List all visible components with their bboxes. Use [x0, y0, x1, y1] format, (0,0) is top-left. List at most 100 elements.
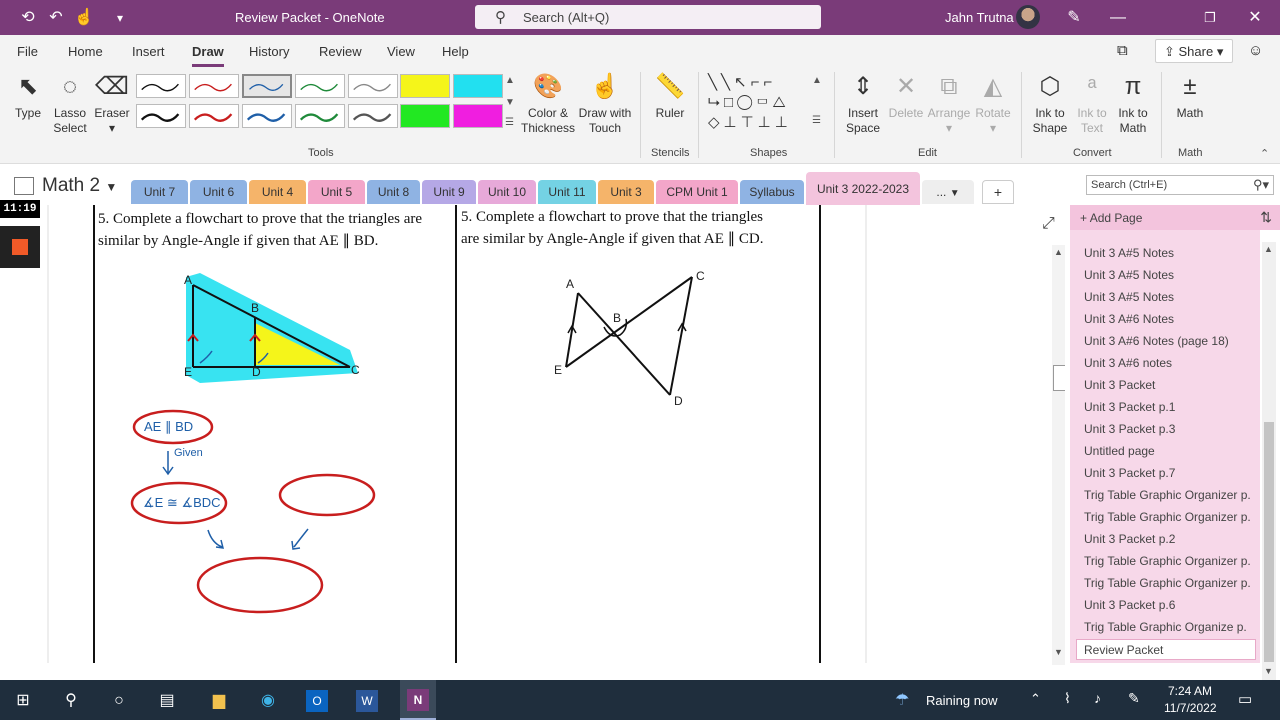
avatar[interactable]: [1016, 5, 1040, 29]
show-hidden-icons-icon[interactable]: ⌃: [1030, 691, 1041, 707]
menu-history[interactable]: History: [249, 44, 289, 59]
shape-diamond-icon[interactable]: ◇⊥⊤⊥⊥: [708, 114, 792, 131]
search-icon[interactable]: ⚲: [60, 690, 82, 712]
highlighter-magenta[interactable]: [453, 104, 503, 128]
shapes-gallery[interactable]: ╲╲↖⌐⌐ ⮡□◯▭△ ◇⊥⊤⊥⊥: [708, 73, 810, 135]
pen-green-thin[interactable]: [295, 74, 345, 98]
scroll-thumb[interactable]: [1053, 365, 1065, 391]
menu-review[interactable]: Review: [319, 44, 362, 59]
draw-with-touch-button[interactable]: ☝ Draw with Touch: [576, 72, 634, 136]
search-pages-input[interactable]: Search (Ctrl+E) ⚲▾: [1086, 175, 1274, 195]
restore-icon[interactable]: ❐: [1200, 8, 1220, 28]
clock-date[interactable]: 11/7/2022: [1164, 701, 1217, 715]
math-button[interactable]: ± Math: [1168, 72, 1212, 121]
user-name[interactable]: Jahn Trutna: [945, 10, 1014, 25]
menu-home[interactable]: Home: [68, 44, 103, 59]
page-item[interactable]: Trig Table Graphic Organizer p.: [1084, 510, 1251, 524]
page-item[interactable]: Untitled page: [1084, 444, 1155, 458]
share-button[interactable]: ⇪ Share ▾: [1155, 39, 1233, 63]
file-explorer-icon[interactable]: ▆: [208, 690, 230, 712]
page-item[interactable]: Unit 3 Packet p.7: [1084, 466, 1175, 480]
page-item[interactable]: Trig Table Graphic Organizer p.: [1084, 554, 1251, 568]
tab-unit-5[interactable]: Unit 5: [308, 180, 365, 204]
ruler-button[interactable]: 📏 Ruler: [648, 72, 692, 121]
page-item[interactable]: Unit 3 A#5 Notes: [1084, 268, 1174, 282]
menu-view[interactable]: View: [387, 44, 415, 59]
back-icon[interactable]: ⟲: [18, 8, 38, 28]
shapes-more-icon[interactable]: ☰: [812, 115, 821, 126]
weather-icon[interactable]: ☂: [895, 690, 909, 710]
search-input[interactable]: ⚲ Search (Alt+Q): [475, 5, 821, 29]
onenote-taskbar-button[interactable]: N: [400, 680, 436, 720]
shapes-scroll-up-icon[interactable]: ▲: [812, 75, 822, 86]
page-item[interactable]: Trig Table Graphic Organizer p.: [1084, 488, 1251, 502]
pen-gray-thick[interactable]: [348, 104, 398, 128]
tab-more-sections[interactable]: ... ▼: [922, 180, 974, 204]
notebook-selector[interactable]: Math 2 ▼: [12, 175, 117, 197]
highlighter-green[interactable]: [400, 104, 450, 128]
scroll-down-icon[interactable]: ▼: [1264, 666, 1273, 676]
page-scrollbar[interactable]: ▲ ▼: [1052, 245, 1065, 665]
pens-more-icon[interactable]: ☰: [505, 117, 514, 128]
clock-time[interactable]: 7:24 AM: [1168, 684, 1212, 698]
page-item[interactable]: Unit 3 Packet p.6: [1084, 598, 1175, 612]
delete-button[interactable]: ✕ Delete: [886, 72, 926, 121]
shape-rect-icon[interactable]: ⮡□◯▭△: [708, 94, 790, 111]
pen-menu-icon[interactable]: ✎: [1128, 690, 1140, 707]
stop-recording-button[interactable]: [0, 226, 40, 268]
eraser-button[interactable]: ⌫ Eraser ▾: [92, 72, 132, 136]
pen-blue-thin[interactable]: [242, 74, 292, 98]
scroll-thumb[interactable]: [1264, 422, 1274, 662]
tab-unit-9[interactable]: Unit 9: [422, 180, 476, 204]
tab-cpm-unit-1[interactable]: CPM Unit 1: [656, 180, 738, 204]
close-icon[interactable]: ✕: [1245, 8, 1265, 28]
customize-toolbar-icon[interactable]: ▾: [110, 8, 130, 28]
menu-help[interactable]: Help: [442, 44, 469, 59]
tab-unit-7[interactable]: Unit 7: [131, 180, 188, 204]
ink-to-math-button[interactable]: π Ink to Math: [1112, 72, 1154, 136]
tab-unit-3[interactable]: Unit 3: [598, 180, 654, 204]
tab-unit-8[interactable]: Unit 8: [367, 180, 420, 204]
tab-unit-11[interactable]: Unit 11: [538, 180, 596, 204]
page-item[interactable]: Unit 3 Packet p.2: [1084, 532, 1175, 546]
ink-to-text-button[interactable]: ᵃ Ink to Text: [1072, 72, 1112, 136]
pen-red-thick[interactable]: [189, 104, 239, 128]
scroll-up-icon[interactable]: ▲: [1264, 244, 1273, 254]
tab-unit-4[interactable]: Unit 4: [249, 180, 306, 204]
edge-icon[interactable]: ◉: [257, 690, 279, 712]
volume-icon[interactable]: ♪: [1094, 690, 1101, 706]
page-item[interactable]: Unit 3 A#5 Notes: [1084, 290, 1174, 304]
page-list-scrollbar[interactable]: ▲ ▼: [1262, 242, 1276, 680]
outlook-icon[interactable]: O: [306, 690, 328, 712]
tab-unit-6[interactable]: Unit 6: [190, 180, 247, 204]
ink-to-shape-button[interactable]: ⬡ Ink to Shape: [1028, 72, 1072, 136]
scroll-up-icon[interactable]: ▲: [1054, 247, 1063, 257]
menu-file[interactable]: File: [17, 44, 38, 59]
cortana-icon[interactable]: ○: [108, 690, 130, 712]
page-item[interactable]: Unit 3 A#6 Notes (page 18): [1084, 334, 1229, 348]
pens-scroll-up-icon[interactable]: ▲: [505, 75, 515, 86]
pen-black-thick[interactable]: [136, 104, 186, 128]
page-item[interactable]: Unit 3 A#6 notes: [1084, 356, 1172, 370]
tab-unit-3-2022-2023[interactable]: Unit 3 2022-2023: [806, 172, 920, 205]
page-item[interactable]: Unit 3 A#5 Notes: [1084, 246, 1174, 260]
page-item[interactable]: Unit 3 A#6 Notes: [1084, 312, 1174, 326]
pen-black-thin[interactable]: [136, 74, 186, 98]
task-view-icon[interactable]: ▤: [156, 690, 178, 712]
tab-unit-10[interactable]: Unit 10: [478, 180, 536, 204]
menu-insert[interactable]: Insert: [132, 44, 165, 59]
notebook-view-icon[interactable]: ⧉: [1117, 42, 1128, 59]
word-icon[interactable]: W: [356, 690, 378, 712]
highlighter-yellow[interactable]: [400, 74, 450, 98]
page-item-current[interactable]: Review Packet: [1076, 639, 1256, 660]
page-item[interactable]: Trig Table Graphic Organize p.: [1084, 620, 1247, 634]
pen-red-thin[interactable]: [189, 74, 239, 98]
pen-gray-thin[interactable]: [348, 74, 398, 98]
notification-icon[interactable]: ▭: [1238, 690, 1252, 708]
add-page-button[interactable]: + Add Page ⇅: [1070, 205, 1280, 230]
pen-icon[interactable]: ✎: [1064, 8, 1084, 28]
type-button[interactable]: ⬉ Type: [10, 72, 46, 121]
menu-draw[interactable]: Draw: [192, 44, 224, 67]
rotate-button[interactable]: ◭ Rotate ▾: [972, 72, 1014, 136]
network-icon[interactable]: ⌇: [1064, 690, 1071, 707]
